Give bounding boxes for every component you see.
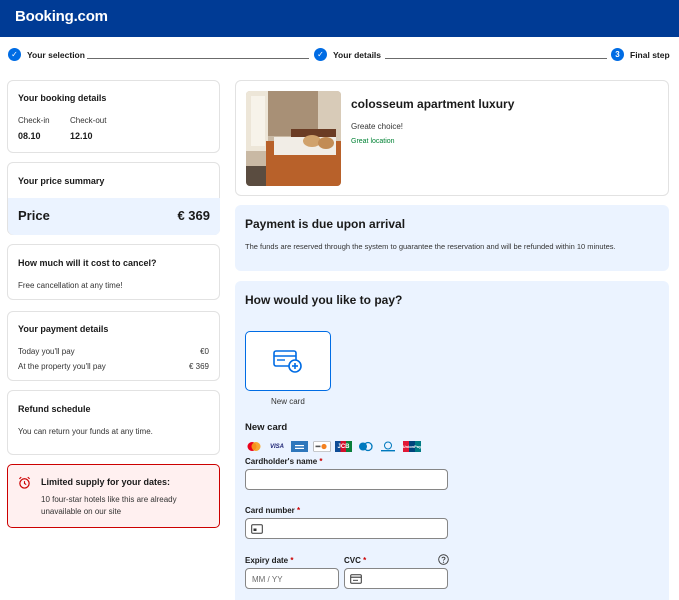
refund-text: You can return your funds at any time. — [18, 427, 153, 436]
hotel-subtitle: Greate choice! — [351, 122, 404, 131]
visa-icon: VISA — [269, 443, 284, 450]
arrival-text: The funds are reserved through the syste… — [245, 242, 616, 251]
hotel-summary-card: colosseum apartment luxury Greate choice… — [235, 80, 669, 196]
hotel-location-badge: Great location — [351, 138, 395, 145]
expiry-label: Expiry date * — [245, 556, 294, 565]
supply-title: Limited supply for your dates: — [41, 477, 171, 487]
discover-icon — [313, 441, 331, 452]
unionpay-icon: UnionPay — [403, 441, 421, 452]
progress-steps: ✓ Your selection ✓ Your details 3 Final … — [0, 48, 679, 68]
supply-line-1: 10 four-star hotels like this are alread… — [41, 495, 177, 504]
cardholder-name-input[interactable] — [245, 469, 448, 490]
required-marker: * — [363, 556, 367, 565]
amex-icon — [291, 441, 308, 452]
cancellation-title: How much will it cost to cancel? — [18, 258, 157, 268]
check-icon: ✓ — [314, 48, 327, 61]
checkout-value: 12.10 — [70, 131, 93, 141]
hotel-name[interactable]: colosseum apartment luxury — [351, 97, 514, 111]
alarm-clock-icon — [19, 476, 30, 489]
booking-details-title: Your booking details — [18, 93, 107, 103]
today-pay-label: Today you'll pay — [18, 347, 75, 356]
supply-line-2: unavailable on our site — [41, 507, 122, 516]
price-summary-title: Your price summary — [18, 176, 105, 186]
cardholder-label: Cardholder's name * — [245, 457, 323, 466]
step-label: Your selection — [27, 49, 85, 60]
limited-supply-alert: Limited supply for your dates: 10 four-s… — [7, 464, 220, 528]
step-number-badge: 3 — [611, 48, 624, 61]
expiry-date-input[interactable]: MM / YY — [245, 568, 339, 589]
step-final: 3 Final step — [611, 48, 670, 61]
step-divider — [385, 58, 607, 59]
card-number-input[interactable] — [245, 518, 448, 539]
new-card-tile[interactable] — [245, 331, 331, 391]
help-icon[interactable] — [438, 554, 449, 565]
maestro-icon — [379, 441, 397, 452]
payment-method-panel: How would you like to pay? New card New … — [235, 281, 669, 600]
new-card-title: New card — [245, 422, 288, 433]
step-your-details[interactable]: ✓ Your details — [314, 48, 381, 61]
cancellation-text: Free cancellation at any time! — [18, 281, 123, 290]
pay-title: How would you like to pay? — [245, 293, 403, 307]
check-icon: ✓ — [8, 48, 21, 61]
mastercard-icon — [246, 441, 262, 452]
step-label: Final step — [630, 49, 670, 60]
payment-details-title: Your payment details — [18, 324, 109, 334]
hotel-photo — [246, 91, 341, 186]
refund-schedule-card: Refund schedule You can return your fund… — [7, 390, 220, 455]
card-icon — [251, 524, 263, 534]
card-number-label: Card number * — [245, 506, 300, 515]
cvc-card-icon — [350, 574, 362, 584]
new-card-tile-label: New card — [271, 397, 305, 406]
price-label: Price — [18, 208, 50, 223]
cvc-input[interactable] — [344, 568, 448, 589]
booking-logo[interactable]: Booking.com — [15, 8, 108, 25]
price-summary-card: Your price summary Price € 369 — [7, 162, 220, 235]
refund-title: Refund schedule — [18, 404, 91, 414]
add-card-icon — [273, 350, 302, 373]
jcb-icon: JCB — [335, 441, 352, 452]
card-number-label-text: Card number — [245, 506, 295, 515]
arrival-title: Payment is due upon arrival — [245, 217, 406, 231]
property-pay-value: € 369 — [188, 362, 209, 371]
arrival-payment-panel: Payment is due upon arrival The funds ar… — [235, 205, 669, 271]
step-divider — [87, 58, 309, 59]
diners-club-icon — [357, 441, 374, 452]
property-pay-label: At the property you'll pay — [18, 362, 106, 371]
price-band: Price € 369 — [8, 198, 220, 235]
checkout-label: Check-out — [70, 116, 107, 125]
expiry-placeholder: MM / YY — [252, 575, 283, 584]
required-marker: * — [297, 506, 301, 515]
checkin-label: Check-in — [18, 116, 50, 125]
price-value: € 369 — [177, 208, 210, 223]
today-pay-value: €0 — [200, 347, 209, 356]
cvc-label: CVC * — [344, 556, 366, 565]
step-label: Your details — [333, 49, 382, 60]
top-header: Booking.com — [0, 0, 679, 37]
cvc-label-text: CVC — [344, 556, 361, 565]
booking-details-card: Your booking details Check-in 08.10 Chec… — [7, 80, 220, 153]
payment-details-card: Your payment details Today you'll pay €0… — [7, 311, 220, 381]
cardholder-label-text: Cardholder's name — [245, 457, 318, 466]
step-your-selection[interactable]: ✓ Your selection — [8, 48, 85, 61]
required-marker: * — [290, 556, 294, 565]
expiry-label-text: Expiry date — [245, 556, 289, 565]
cancellation-card: How much will it cost to cancel? Free ca… — [7, 244, 220, 300]
required-marker: * — [319, 457, 323, 466]
checkin-value: 08.10 — [18, 131, 41, 141]
